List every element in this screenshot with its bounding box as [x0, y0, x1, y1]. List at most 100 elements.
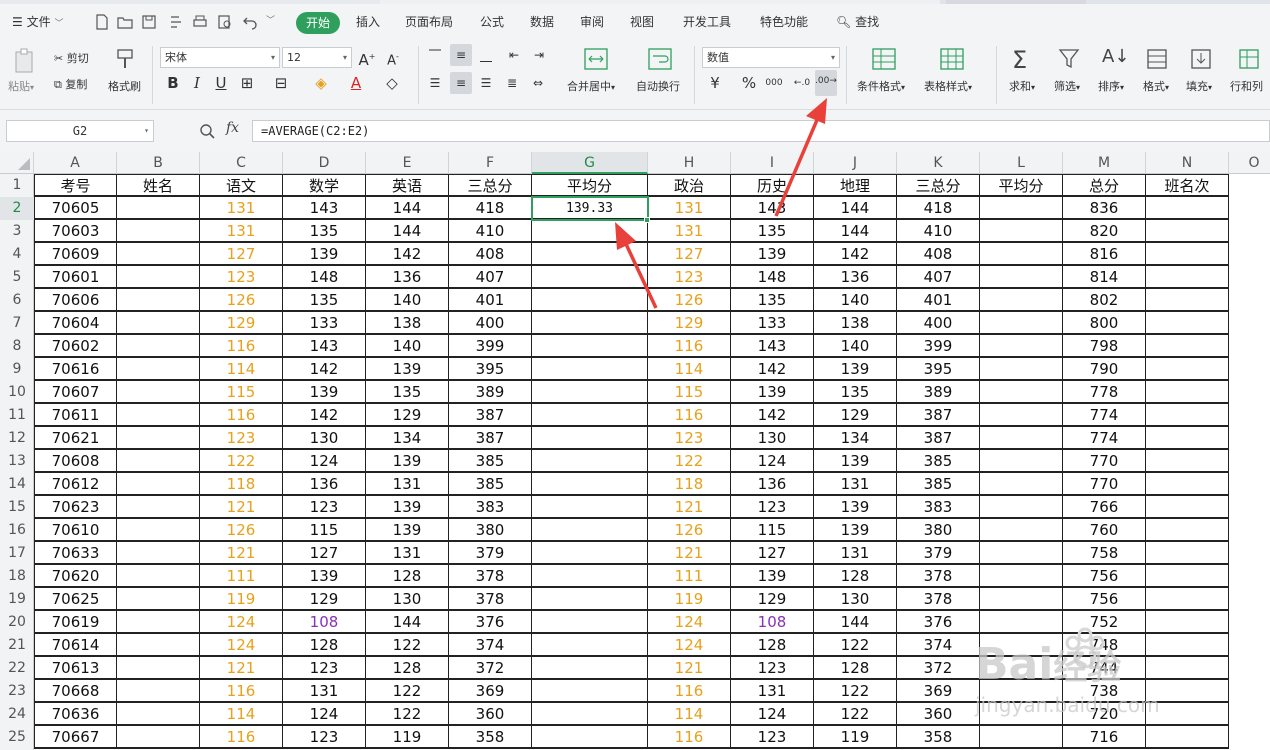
cell-c6[interactable]: 126 [200, 289, 283, 312]
cell-b14[interactable] [117, 473, 200, 496]
cell-m3[interactable]: 820 [1063, 220, 1146, 243]
file-menu[interactable]: ☰ 文件 ﹀ [12, 13, 63, 30]
cell-i2[interactable]: 143 [731, 197, 814, 220]
column-header-a[interactable]: A [34, 152, 117, 174]
cell-b5[interactable] [117, 266, 200, 289]
cell-l18[interactable] [980, 565, 1063, 588]
currency-icon[interactable]: ¥ [704, 72, 726, 94]
cell-m18[interactable]: 756 [1063, 565, 1146, 588]
cell-c25[interactable]: 116 [200, 726, 283, 749]
cell-g25[interactable] [532, 726, 648, 749]
cell-b4[interactable] [117, 243, 200, 266]
row-header-21[interactable]: 21 [0, 634, 34, 657]
cell-n20[interactable] [1146, 611, 1229, 634]
cell-c24[interactable]: 114 [200, 703, 283, 726]
cell-g8[interactable] [532, 335, 648, 358]
cell-g22[interactable] [532, 657, 648, 680]
cell-j19[interactable]: 130 [814, 588, 897, 611]
cell-d3[interactable]: 135 [283, 220, 366, 243]
cell-f18[interactable]: 378 [449, 565, 532, 588]
cell-l20[interactable] [980, 611, 1063, 634]
cell-h16[interactable]: 126 [648, 519, 731, 542]
bold-button[interactable]: B [162, 72, 184, 94]
cell-m1[interactable]: 总分 [1063, 174, 1146, 197]
cell-b21[interactable] [117, 634, 200, 657]
cell-n10[interactable] [1146, 381, 1229, 404]
cell-b19[interactable] [117, 588, 200, 611]
number-format-select[interactable]: 数值 ▾ [702, 47, 840, 68]
cell-a24[interactable]: 70636 [34, 703, 117, 726]
cell-n14[interactable] [1146, 473, 1229, 496]
cell-e3[interactable]: 144 [366, 220, 449, 243]
cell-c18[interactable]: 111 [200, 565, 283, 588]
cell-b11[interactable] [117, 404, 200, 427]
cell-l10[interactable] [980, 381, 1063, 404]
cell-j22[interactable]: 128 [814, 657, 897, 680]
column-header-l[interactable]: L [980, 152, 1063, 174]
tab-formulas[interactable]: 公式 [480, 13, 504, 30]
cell-e23[interactable]: 122 [366, 680, 449, 703]
cell-b3[interactable] [117, 220, 200, 243]
cell-f3[interactable]: 410 [449, 220, 532, 243]
cell-d16[interactable]: 115 [283, 519, 366, 542]
cell-m5[interactable]: 814 [1063, 266, 1146, 289]
cell-d14[interactable]: 136 [283, 473, 366, 496]
cell-f25[interactable]: 358 [449, 726, 532, 749]
cell-c1[interactable]: 语文 [200, 174, 283, 197]
cell-e10[interactable]: 135 [366, 381, 449, 404]
fx-icon[interactable]: fx [226, 120, 239, 136]
font-color-icon[interactable]: A [345, 72, 367, 94]
row-header-12[interactable]: 12 [0, 427, 34, 450]
cell-k15[interactable]: 383 [897, 496, 980, 519]
print-preview-icon[interactable] [217, 14, 233, 30]
decrease-font-icon[interactable]: A- [382, 46, 404, 68]
tab-view[interactable]: 视图 [630, 13, 654, 30]
cell-e5[interactable]: 136 [366, 266, 449, 289]
cell-f23[interactable]: 369 [449, 680, 532, 703]
cell-f24[interactable]: 360 [449, 703, 532, 726]
cell-k25[interactable]: 358 [897, 726, 980, 749]
cell-i1[interactable]: 历史 [731, 174, 814, 197]
cell-d5[interactable]: 148 [283, 266, 366, 289]
cell-k6[interactable]: 401 [897, 289, 980, 312]
cell-l15[interactable] [980, 496, 1063, 519]
cell-j17[interactable]: 131 [814, 542, 897, 565]
cell-e8[interactable]: 140 [366, 335, 449, 358]
cell-k14[interactable]: 385 [897, 473, 980, 496]
cell-h17[interactable]: 121 [648, 542, 731, 565]
cell-b15[interactable] [117, 496, 200, 519]
cell-l5[interactable] [980, 266, 1063, 289]
cell-m4[interactable]: 816 [1063, 243, 1146, 266]
cell-g14[interactable] [532, 473, 648, 496]
cell-m20[interactable]: 752 [1063, 611, 1146, 634]
cell-l22[interactable] [980, 657, 1063, 680]
cell-h1[interactable]: 政治 [648, 174, 731, 197]
cell-e4[interactable]: 142 [366, 243, 449, 266]
wrap-text-icon[interactable] [648, 48, 672, 74]
cell-d19[interactable]: 129 [283, 588, 366, 611]
cell-f19[interactable]: 378 [449, 588, 532, 611]
cell-f16[interactable]: 380 [449, 519, 532, 542]
cell-h7[interactable]: 129 [648, 312, 731, 335]
cell-k19[interactable]: 378 [897, 588, 980, 611]
cell-j12[interactable]: 134 [814, 427, 897, 450]
cell-j2[interactable]: 144 [814, 197, 897, 220]
borders-icon[interactable]: ⊞ [236, 72, 258, 94]
cell-c8[interactable]: 116 [200, 335, 283, 358]
percent-button[interactable]: % [738, 72, 760, 94]
cell-k12[interactable]: 387 [897, 427, 980, 450]
cell-l2[interactable] [980, 197, 1063, 220]
row-header-4[interactable]: 4 [0, 243, 34, 266]
cell-c20[interactable]: 124 [200, 611, 283, 634]
cut-button[interactable]: ✂ 剪切 [54, 50, 89, 66]
cell-h21[interactable]: 124 [648, 634, 731, 657]
cell-m10[interactable]: 778 [1063, 381, 1146, 404]
cell-k18[interactable]: 378 [897, 565, 980, 588]
cell-l11[interactable] [980, 404, 1063, 427]
cell-k17[interactable]: 379 [897, 542, 980, 565]
cell-j7[interactable]: 138 [814, 312, 897, 335]
cell-k9[interactable]: 395 [897, 358, 980, 381]
cell-m15[interactable]: 766 [1063, 496, 1146, 519]
cell-b24[interactable] [117, 703, 200, 726]
cell-a12[interactable]: 70621 [34, 427, 117, 450]
